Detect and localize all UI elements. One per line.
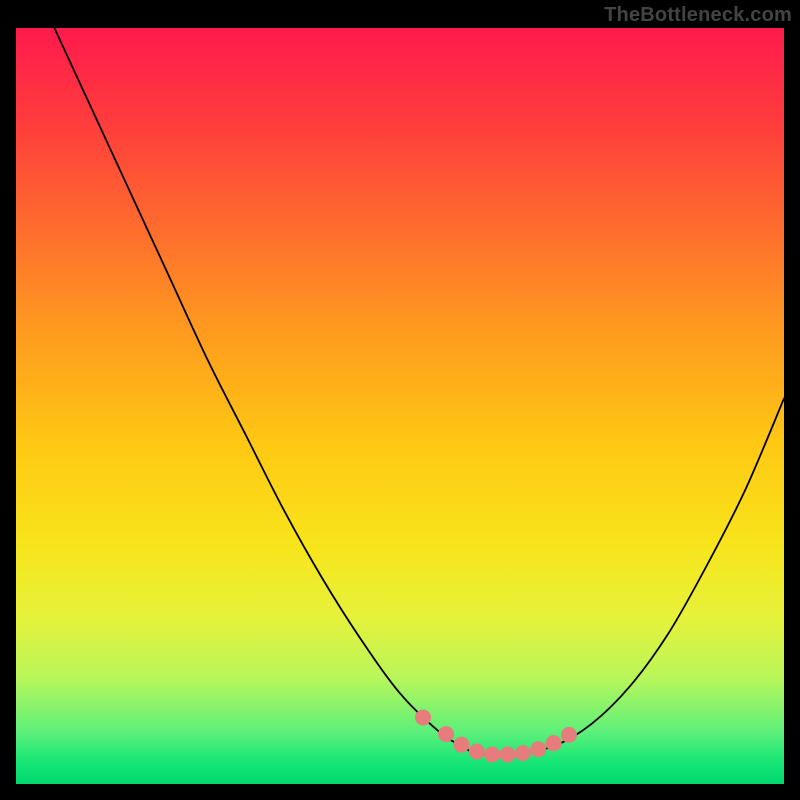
watermark-label: TheBottleneck.com bbox=[604, 4, 792, 27]
highlight-dot bbox=[484, 747, 500, 763]
highlight-dot bbox=[561, 727, 577, 743]
curve-layer bbox=[16, 28, 784, 784]
highlight-dot bbox=[469, 743, 485, 759]
highlight-dot bbox=[453, 737, 469, 753]
highlight-dot bbox=[515, 745, 531, 761]
highlight-dot bbox=[546, 735, 562, 751]
plot-area bbox=[16, 28, 784, 784]
black-curve bbox=[54, 28, 784, 754]
chart-frame: TheBottleneck.com bbox=[0, 0, 800, 800]
highlight-dot bbox=[438, 726, 454, 742]
highlight-dot bbox=[415, 709, 431, 725]
highlight-dot bbox=[500, 747, 516, 763]
highlight-dots bbox=[415, 709, 577, 762]
highlight-dot bbox=[530, 741, 546, 757]
